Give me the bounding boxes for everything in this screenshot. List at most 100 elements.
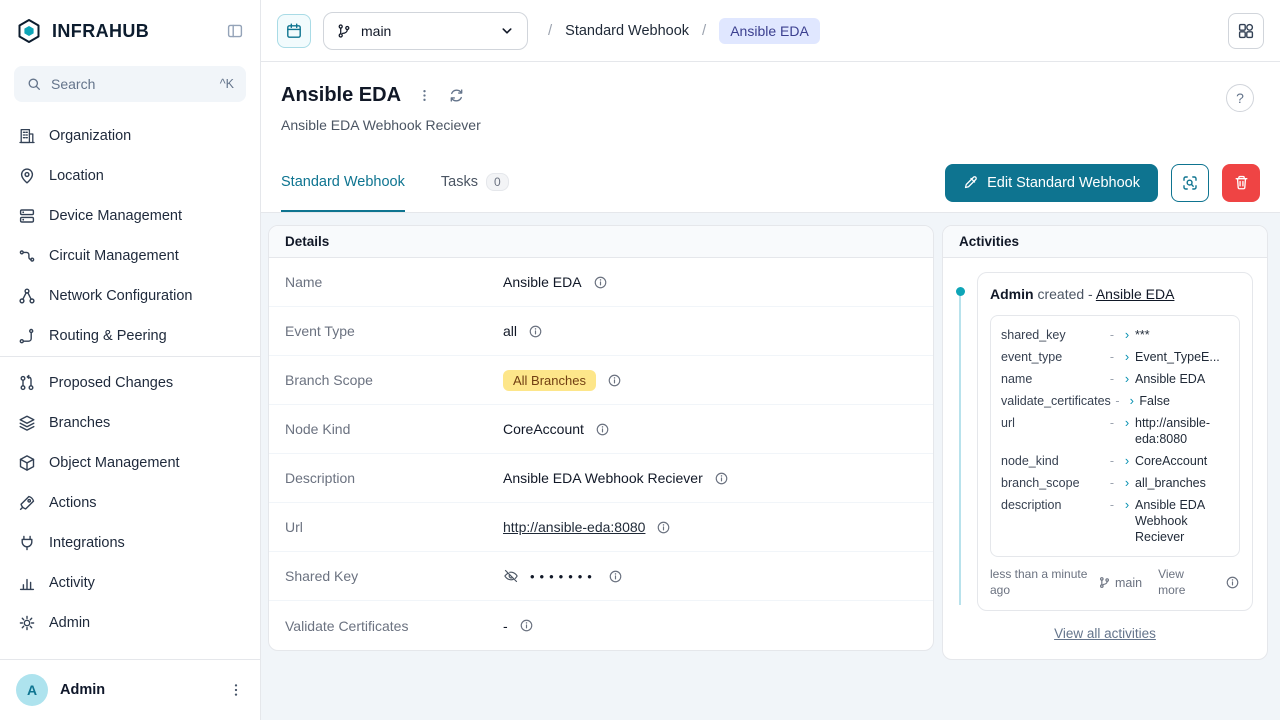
inspect-button[interactable] — [1171, 164, 1209, 202]
view-all-activities-link[interactable]: View all activities — [1054, 626, 1156, 641]
activity-entry: Admin created - Ansible EDA shared_key -… — [977, 272, 1253, 611]
detail-label: Node Kind — [285, 421, 503, 437]
chevron-right-icon: › — [1124, 393, 1139, 409]
sidebar-item-label: Location — [49, 168, 104, 184]
prop-value: Ansible EDA — [1135, 371, 1229, 387]
trash-icon — [1233, 174, 1250, 191]
page-title: Ansible EDA — [281, 82, 401, 108]
sidebar-item-branches[interactable]: Branches — [8, 403, 252, 443]
user-menu-button[interactable] — [228, 682, 244, 698]
collapse-sidebar-button[interactable] — [226, 22, 244, 40]
detail-label: Description — [285, 470, 503, 486]
breadcrumb-separator: / — [702, 22, 706, 39]
sidebar-item-integrations[interactable]: Integrations — [8, 523, 252, 563]
prop-value: Event_TypeE... — [1135, 349, 1229, 365]
view-more-link[interactable]: View more — [1158, 567, 1202, 598]
activity-timestamp: less than a minute ago — [990, 567, 1090, 598]
detail-label: Validate Certificates — [285, 618, 503, 634]
sidebar-item-label: Device Management — [49, 208, 182, 224]
sidebar-item-routing-peering[interactable]: Routing & Peering — [8, 316, 252, 356]
prop-dash: - — [1105, 475, 1119, 491]
branch-selector-value: main — [361, 23, 391, 39]
detail-label: Event Type — [285, 323, 503, 339]
timeline-line — [959, 294, 961, 605]
breadcrumb-item-current[interactable]: Ansible EDA — [719, 18, 820, 44]
sidebar-item-label: Network Configuration — [49, 288, 192, 304]
info-icon[interactable] — [595, 422, 610, 437]
tab-bar: Standard Webhook Tasks 0 Edit Standard W… — [261, 153, 1280, 213]
sidebar-item-activity[interactable]: Activity — [8, 563, 252, 603]
chevron-right-icon: › — [1119, 371, 1135, 387]
url-link[interactable]: http://ansible-eda:8080 — [503, 519, 645, 535]
activity-branch: main — [1098, 576, 1142, 590]
sidebar-item-actions[interactable]: Actions — [8, 483, 252, 523]
prop-dash: - — [1105, 349, 1119, 365]
sidebar-item-circuit-management[interactable]: Circuit Management — [8, 236, 252, 276]
delete-button[interactable] — [1222, 164, 1260, 202]
prop-value: http://ansible-eda:8080 — [1135, 415, 1229, 447]
sidebar-item-object-management[interactable]: Object Management — [8, 443, 252, 483]
detail-value: all — [503, 323, 517, 339]
title-kebab-button[interactable] — [417, 88, 432, 103]
search-input[interactable]: Search ^K — [14, 66, 246, 102]
info-icon[interactable] — [528, 324, 543, 339]
detail-row-description: Description Ansible EDA Webhook Reciever — [269, 454, 933, 503]
breadcrumb: / Standard Webhook / Ansible EDA — [548, 18, 820, 44]
chevron-right-icon: › — [1119, 475, 1135, 491]
tab-standard-webhook[interactable]: Standard Webhook — [281, 153, 405, 212]
activity-target-link[interactable]: Ansible EDA — [1096, 286, 1175, 302]
info-icon[interactable] — [1225, 575, 1240, 590]
prop-name: shared_key — [1001, 327, 1105, 343]
apps-grid-icon — [1237, 22, 1255, 40]
sidebar-item-network-configuration[interactable]: Network Configuration — [8, 276, 252, 316]
branch-selector[interactable]: main — [323, 12, 528, 50]
help-button[interactable]: ? — [1226, 84, 1254, 112]
network-icon — [18, 287, 36, 305]
tab-tasks[interactable]: Tasks 0 — [441, 153, 509, 212]
page-subtitle: Ansible EDA Webhook Reciever — [281, 116, 1260, 135]
activity-entry-title: Admin created - Ansible EDA — [990, 285, 1240, 303]
prop-dash: - — [1105, 327, 1119, 343]
map-pin-icon — [18, 167, 36, 185]
detail-row-branch-scope: Branch Scope All Branches — [269, 356, 933, 405]
edit-standard-webhook-button[interactable]: Edit Standard Webhook — [945, 164, 1158, 202]
info-icon[interactable] — [656, 520, 671, 535]
prop-value: *** — [1135, 327, 1229, 343]
info-icon[interactable] — [519, 618, 534, 633]
breadcrumb-item-standard-webhook[interactable]: Standard Webhook — [565, 23, 689, 39]
info-icon[interactable] — [593, 275, 608, 290]
pull-request-icon — [18, 374, 36, 392]
activity-prop-row: url - › http://ansible-eda:8080 — [1001, 412, 1229, 450]
apps-menu-button[interactable] — [1228, 13, 1264, 49]
eye-off-icon[interactable] — [503, 568, 519, 584]
prop-dash: - — [1111, 393, 1124, 409]
date-picker-button[interactable] — [277, 14, 311, 48]
sidebar-item-proposed-changes[interactable]: Proposed Changes — [8, 363, 252, 403]
avatar: A — [16, 674, 48, 706]
circuit-icon — [18, 247, 36, 265]
detail-value: Ansible EDA — [503, 274, 582, 290]
cube-icon — [18, 454, 36, 472]
sidebar-item-organization[interactable]: Organization — [8, 116, 252, 156]
info-icon[interactable] — [607, 373, 622, 388]
activity-action: created — [1037, 286, 1084, 302]
content-area: Details Name Ansible EDA Event Type all — [261, 213, 1280, 720]
detail-value: CoreAccount — [503, 421, 584, 437]
sidebar-item-device-management[interactable]: Device Management — [8, 196, 252, 236]
activity-prop-row: description - › Ansible EDA Webhook Reci… — [1001, 494, 1229, 548]
sidebar-item-admin[interactable]: Admin — [8, 603, 252, 643]
rocket-icon — [18, 494, 36, 512]
refresh-button[interactable] — [448, 87, 465, 104]
sidebar-item-label: Routing & Peering — [49, 328, 167, 344]
detail-value: - — [503, 618, 508, 634]
info-icon[interactable] — [714, 471, 729, 486]
detail-value: Ansible EDA Webhook Reciever — [503, 470, 703, 486]
sidebar-item-location[interactable]: Location — [8, 156, 252, 196]
detail-label: Name — [285, 274, 503, 290]
chevron-down-icon — [499, 23, 515, 39]
edit-button-label: Edit Standard Webhook — [987, 175, 1140, 191]
info-icon[interactable] — [608, 569, 623, 584]
search-placeholder: Search — [51, 76, 95, 92]
chevron-right-icon: › — [1119, 415, 1135, 431]
detail-row-event-type: Event Type all — [269, 307, 933, 356]
